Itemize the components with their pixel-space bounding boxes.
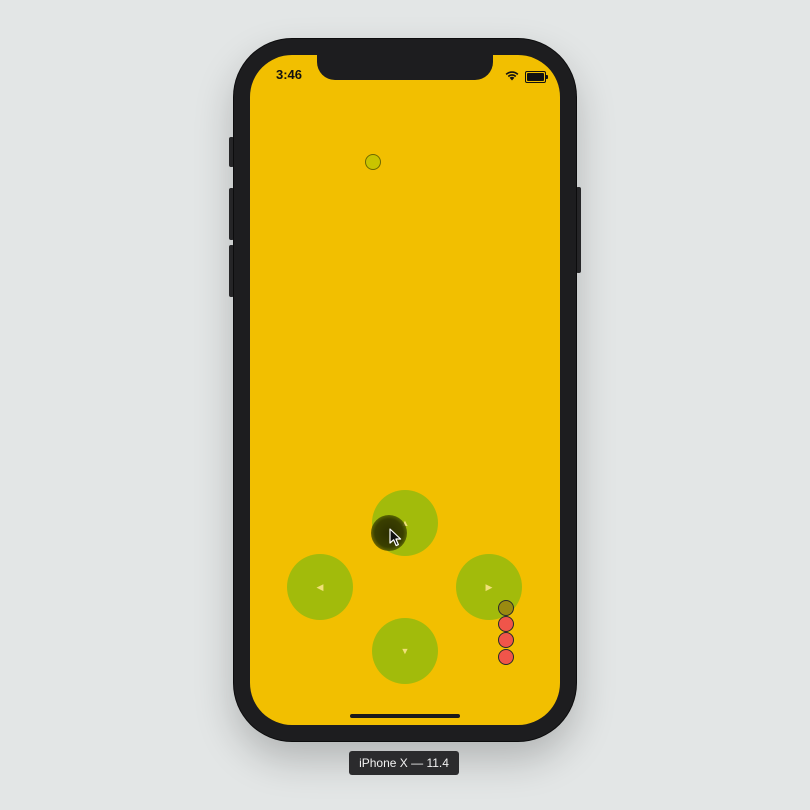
snake-head [498,600,514,616]
wifi-icon [505,68,519,86]
caret-down-icon: ▼ [400,645,410,656]
status-icons [505,68,548,86]
simulator-stage: 3:46 ▲ ◀ ▶ ▼ iPhone X — 11.4 [0,0,810,810]
snake-segment [498,616,514,632]
caret-left-icon: ◀ [316,581,324,592]
down-button[interactable]: ▼ [372,618,438,684]
power-button[interactable] [576,187,581,273]
notch [317,55,493,80]
snake-segment [498,649,514,665]
food-pellet [365,154,381,170]
left-button[interactable]: ◀ [287,554,353,620]
home-indicator[interactable] [350,714,460,718]
mouse-cursor-icon [389,528,402,552]
game-screen[interactable]: 3:46 ▲ ◀ ▶ ▼ [250,55,560,725]
snake-segment [498,632,514,648]
status-time: 3:46 [276,67,303,82]
caret-right-icon: ▶ [485,581,493,592]
battery-icon [525,71,548,83]
device-label: iPhone X — 11.4 [349,751,459,775]
